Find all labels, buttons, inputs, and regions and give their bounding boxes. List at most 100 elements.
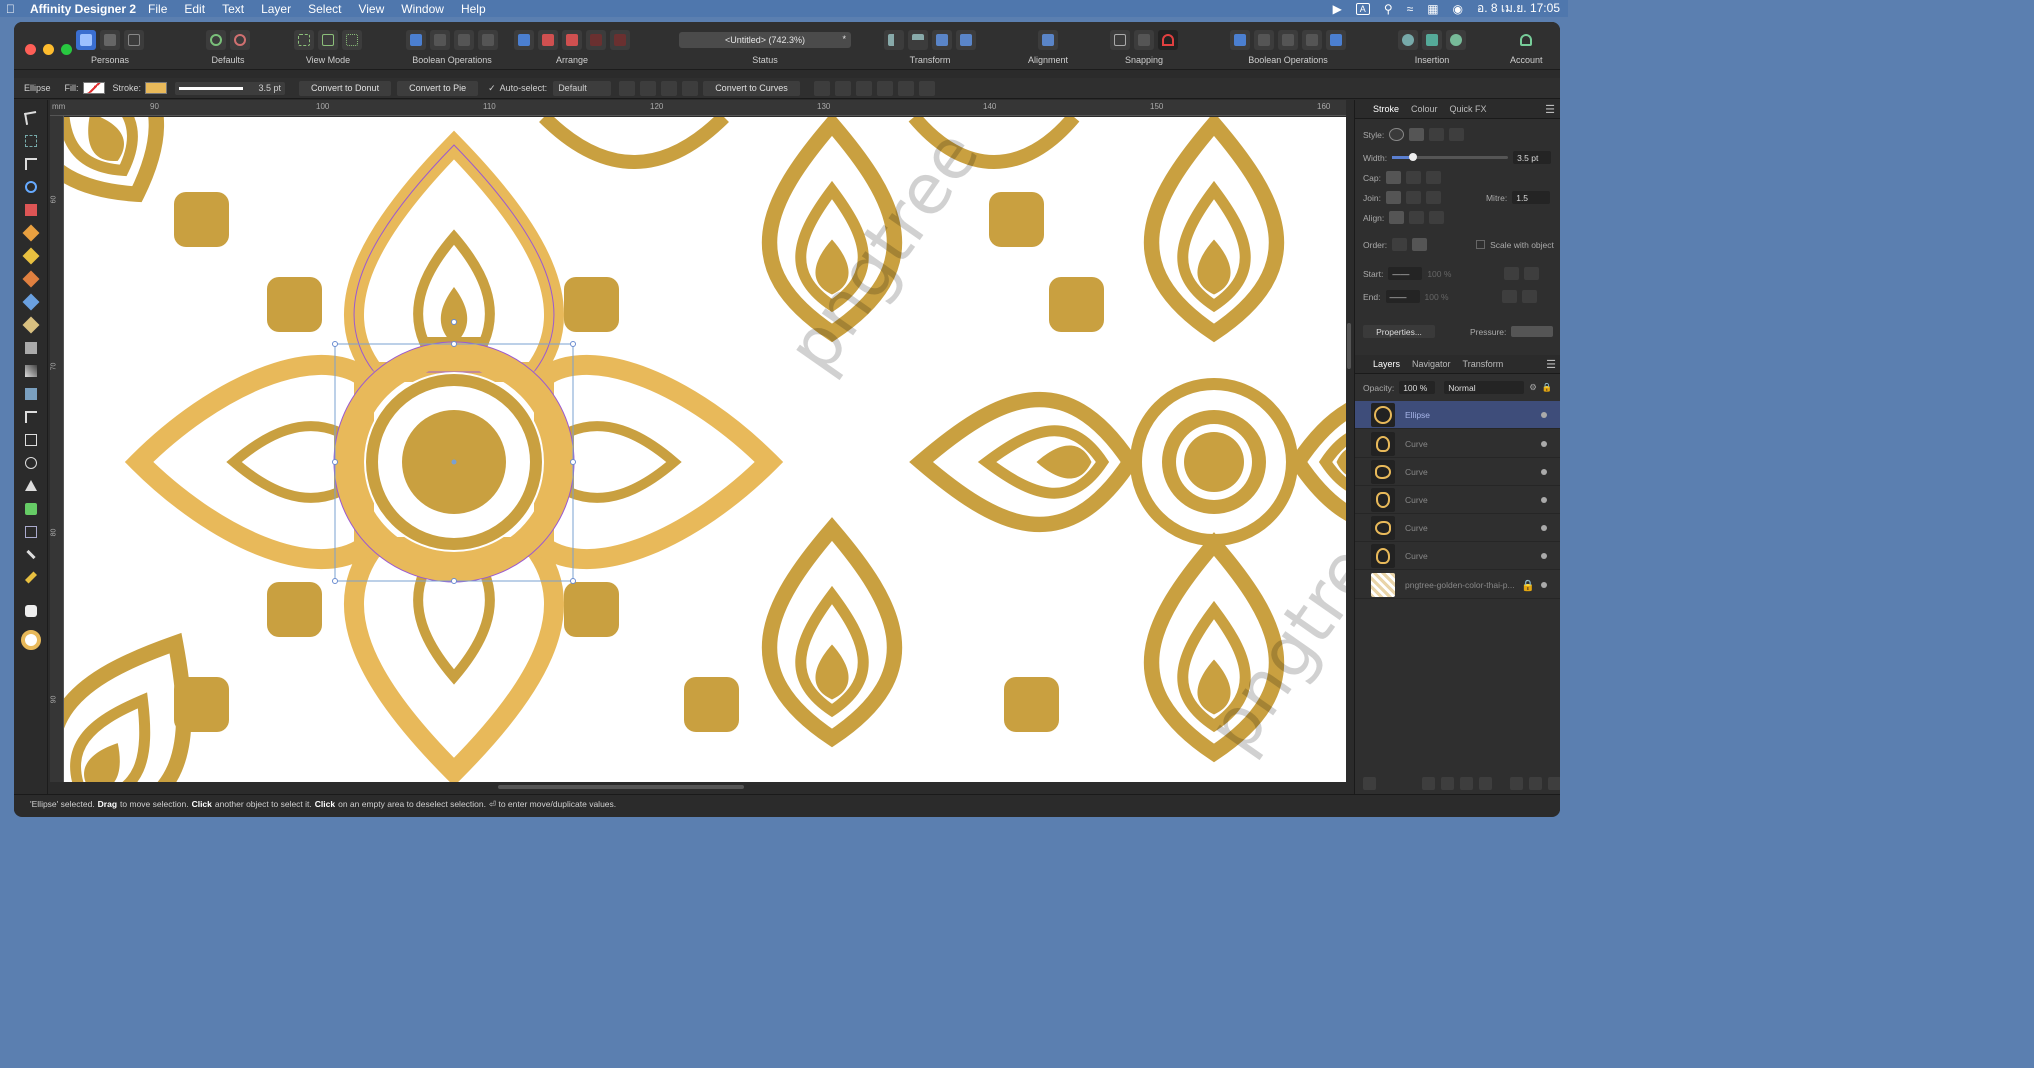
node-tool-icon[interactable] — [14, 152, 48, 175]
vertical-scrollbar[interactable] — [1346, 117, 1352, 782]
miter-join-icon[interactable] — [1385, 191, 1401, 204]
triangle-tool-icon[interactable] — [14, 474, 48, 497]
scale-with-object-checkbox[interactable] — [1476, 240, 1486, 249]
apple-icon[interactable]:  — [6, 2, 22, 16]
arrow-align-icon[interactable] — [1501, 290, 1517, 303]
bool-xor-icon[interactable] — [1302, 30, 1322, 50]
menu-window[interactable]: Window — [401, 2, 444, 16]
layer-row[interactable]: Curve — [1355, 458, 1560, 486]
document-canvas[interactable]: pngtree pngtree — [64, 117, 1346, 782]
delete-layer-icon[interactable] — [1548, 776, 1560, 790]
pen-tool-icon[interactable] — [14, 221, 48, 244]
visibility-icon[interactable] — [1541, 412, 1547, 418]
duplicate-layer-icon[interactable] — [1529, 776, 1542, 790]
pixel-persona-icon[interactable] — [100, 30, 120, 50]
layer-lock-icon[interactable]: 🔒 — [1521, 579, 1535, 592]
auto-select-checkbox[interactable]: ✓ — [488, 83, 496, 94]
align-center-icon[interactable] — [430, 30, 450, 50]
width-slider-knob[interactable] — [1408, 153, 1417, 161]
ellipse-tool-icon[interactable] — [14, 451, 48, 474]
layer-settings-icon[interactable]: ⚙ — [1529, 382, 1537, 393]
round-cap-icon[interactable] — [1405, 171, 1421, 184]
flip-vertical-icon[interactable] — [908, 30, 928, 50]
add-adjustment-icon[interactable] — [1441, 776, 1454, 790]
pencil-tool-icon[interactable] — [14, 244, 48, 267]
blend-mode-dropdown[interactable]: Normal — [1444, 381, 1525, 394]
crop-tool-icon[interactable] — [14, 405, 48, 428]
pressure-graph[interactable] — [1511, 326, 1554, 337]
move-front-icon[interactable] — [538, 30, 558, 50]
butt-cap-icon[interactable] — [1385, 171, 1401, 184]
stroke-color-swatch[interactable] — [21, 630, 41, 650]
vertical-scroll-thumb[interactable] — [1347, 323, 1351, 369]
visibility-icon[interactable] — [1541, 469, 1547, 475]
add-mask-icon[interactable] — [1422, 776, 1435, 790]
stroke-behind-icon[interactable] — [1392, 238, 1408, 251]
visibility-icon[interactable] — [1541, 525, 1547, 531]
layer-row[interactable]: Curve — [1355, 514, 1560, 542]
zoom-window-icon[interactable] — [61, 44, 72, 55]
layer-row[interactable]: Curve — [1355, 542, 1560, 570]
input-source-icon[interactable]: A — [1355, 2, 1370, 15]
align-right-icon[interactable] — [454, 30, 474, 50]
bool-divide-icon[interactable] — [1326, 30, 1346, 50]
layer-row[interactable]: pngtree-golden-color-thai-p... 🔒 — [1355, 571, 1560, 599]
rectangle-tool-icon[interactable] — [14, 428, 48, 451]
corner-tool-icon[interactable] — [14, 175, 48, 198]
bool-subtract-icon[interactable] — [1254, 30, 1274, 50]
place-image-tool-icon[interactable] — [14, 382, 48, 405]
stroke-width-field[interactable]: 3.5 pt — [175, 81, 286, 95]
layers-panel-menu-icon[interactable]: ☰ — [1546, 358, 1556, 371]
hand-tool-icon[interactable] — [14, 599, 48, 622]
visibility-icon[interactable] — [1541, 553, 1547, 559]
round-join-icon[interactable] — [1405, 191, 1421, 204]
vector-flood-tool-icon[interactable] — [14, 290, 48, 313]
insert-inside-icon[interactable] — [1446, 30, 1466, 50]
align-left-ctx-icon[interactable] — [813, 80, 830, 96]
text-tool-icon[interactable] — [14, 520, 48, 543]
square-cap-icon[interactable] — [1425, 171, 1441, 184]
horizontal-scroll-thumb[interactable] — [498, 785, 744, 789]
hide-handles-icon[interactable] — [640, 80, 657, 96]
stroke-swatch[interactable] — [145, 82, 168, 94]
view-vector-icon[interactable] — [294, 30, 314, 50]
start-arrow-dropdown[interactable]: —— — [1388, 267, 1423, 280]
play-icon[interactable]: ▶ — [1333, 2, 1342, 16]
align-right-ctx-icon[interactable] — [855, 80, 872, 96]
app-menu[interactable]: Affinity Designer 2 — [30, 2, 136, 16]
clock[interactable]: อ. 8 เม.ย. 17:05 — [1477, 0, 1560, 18]
tab-navigator[interactable]: Navigator — [1412, 359, 1451, 369]
rotate-right-icon[interactable] — [956, 30, 976, 50]
properties-button[interactable]: Properties... — [1363, 325, 1435, 338]
siri-icon[interactable]: ◉ — [1453, 2, 1463, 16]
brush-line-icon[interactable] — [1449, 128, 1465, 141]
arrow-reset-icon[interactable] — [1521, 290, 1537, 303]
menu-layer[interactable]: Layer — [261, 2, 291, 16]
visibility-icon[interactable] — [1541, 441, 1547, 447]
bool-add-icon[interactable] — [1230, 30, 1250, 50]
visibility-icon[interactable] — [1541, 497, 1547, 503]
knife-tool-icon[interactable] — [14, 198, 48, 221]
stroke-front-icon[interactable] — [1412, 238, 1428, 251]
close-window-icon[interactable] — [25, 44, 36, 55]
bbox-icon[interactable] — [661, 80, 678, 96]
transform-origin-icon[interactable] — [619, 80, 636, 96]
snapping-grid-icon[interactable] — [1110, 30, 1130, 50]
export-persona-icon[interactable] — [124, 30, 144, 50]
measure-tool-icon[interactable] — [14, 566, 48, 589]
add-fx-icon[interactable] — [1460, 776, 1473, 790]
layer-options-icon[interactable] — [1363, 776, 1376, 790]
vector-brush-tool-icon[interactable] — [14, 267, 48, 290]
menu-view[interactable]: View — [358, 2, 384, 16]
align-outside-stroke-icon[interactable] — [1429, 211, 1445, 224]
width-slider[interactable] — [1392, 153, 1509, 161]
designer-persona-icon[interactable] — [76, 30, 96, 50]
rotate-left-icon[interactable] — [932, 30, 952, 50]
solid-line-icon[interactable] — [1409, 128, 1425, 141]
horizontal-scrollbar[interactable] — [64, 782, 1346, 792]
color-swatches-icon[interactable] — [14, 622, 48, 658]
wifi-icon[interactable]: ≈ — [1407, 2, 1414, 16]
fill-tool-icon[interactable] — [14, 336, 48, 359]
bevel-join-icon[interactable] — [1425, 191, 1441, 204]
auto-select-dropdown[interactable]: Default — [553, 80, 612, 96]
